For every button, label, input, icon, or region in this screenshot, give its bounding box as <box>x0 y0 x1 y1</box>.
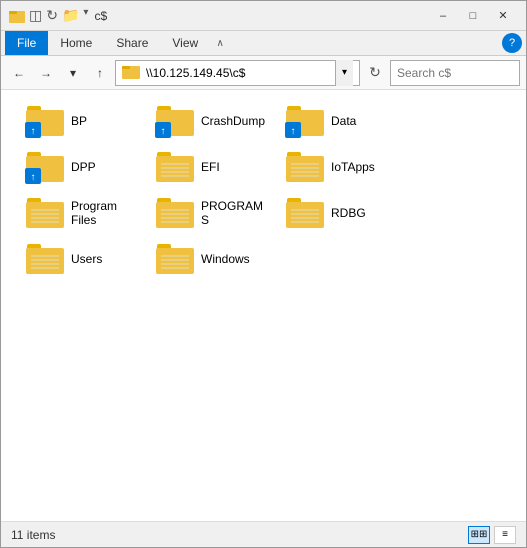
folder-icon-small <box>9 7 25 23</box>
address-bar[interactable]: ▾ <box>115 60 360 86</box>
folder-item[interactable]: ↑ CrashDump <box>147 98 277 144</box>
qat-icon-3[interactable]: 📁 <box>62 7 79 24</box>
folder-item[interactable]: Users <box>17 236 147 282</box>
svg-text:↑: ↑ <box>31 126 36 137</box>
folder-name: Windows <box>201 252 250 266</box>
folder-icon: ↑ <box>25 150 65 184</box>
forward-button[interactable]: → <box>34 61 58 85</box>
list-view-button[interactable]: ≡ <box>494 526 516 544</box>
folder-icon: ↑ <box>25 104 65 138</box>
item-count: 11 items <box>11 528 55 542</box>
svg-text:↑: ↑ <box>291 126 296 137</box>
address-folder-icon <box>122 63 142 83</box>
folder-icon <box>285 150 325 184</box>
up-button[interactable]: ↑ <box>88 61 112 85</box>
folder-icon <box>25 242 65 276</box>
search-bar[interactable]: 🔍 <box>390 60 520 86</box>
ribbon-tabs: File Home Share View ∧ ? <box>1 31 526 56</box>
folder-item[interactable]: ↑ BP <box>17 98 147 144</box>
help-button[interactable]: ? <box>502 33 522 53</box>
folder-item[interactable]: Windows <box>147 236 277 282</box>
grid-view-button[interactable]: ⊞⊞ <box>468 526 490 544</box>
tab-view[interactable]: View <box>160 31 210 55</box>
recent-locations-button[interactable]: ▾ <box>61 61 85 85</box>
address-input[interactable] <box>146 66 335 80</box>
close-button[interactable]: ✕ <box>488 6 518 26</box>
folder-icon <box>155 242 195 276</box>
tab-file[interactable]: File <box>5 31 48 55</box>
svg-text:↑: ↑ <box>31 172 36 183</box>
refresh-button[interactable]: ↻ <box>363 60 387 86</box>
folder-icon <box>155 150 195 184</box>
folder-icon <box>25 196 65 230</box>
folder-name: EFI <box>201 160 220 174</box>
qat-icon-1[interactable]: ◫ <box>29 7 42 24</box>
folder-item[interactable]: IoTApps <box>277 144 407 190</box>
folder-item[interactable]: PROGRAMS <box>147 190 277 236</box>
maximize-button[interactable]: □ <box>458 6 488 26</box>
ribbon-collapse-button[interactable]: ∧ <box>210 33 230 53</box>
folder-item[interactable]: RDBG <box>277 190 407 236</box>
folder-name: RDBG <box>331 206 366 220</box>
folder-name: CrashDump <box>201 114 265 128</box>
file-area: ↑ BP ↑ CrashDump ↑ Data ↑ DPP EFI IoTApps Program … <box>1 90 526 521</box>
tab-share[interactable]: Share <box>104 31 160 55</box>
svg-text:↑: ↑ <box>161 126 166 137</box>
folder-icon: ↑ <box>155 104 195 138</box>
folder-icon: ↑ <box>285 104 325 138</box>
qat-icon-2[interactable]: ↻ <box>46 7 58 24</box>
folder-name: Data <box>331 114 356 128</box>
folder-item[interactable]: ↑ DPP <box>17 144 147 190</box>
window-title: c$ <box>94 9 422 23</box>
qat-dropdown[interactable]: ▾ <box>83 7 88 24</box>
nav-bar: ← → ▾ ↑ ▾ ↻ 🔍 <box>1 56 526 90</box>
folder-item[interactable]: ↑ Data <box>277 98 407 144</box>
title-bar: ◫ ↻ 📁 ▾ c$ – □ ✕ <box>1 1 526 31</box>
folder-name: PROGRAMS <box>201 199 269 227</box>
folder-name: BP <box>71 114 87 128</box>
view-icons: ⊞⊞ ≡ <box>468 526 516 544</box>
back-button[interactable]: ← <box>7 61 31 85</box>
status-bar: 11 items ⊞⊞ ≡ <box>1 521 526 547</box>
folder-name: Program Files <box>71 199 139 227</box>
folder-name: Users <box>71 252 102 266</box>
folder-item[interactable]: Program Files <box>17 190 147 236</box>
folder-name: DPP <box>71 160 96 174</box>
address-dropdown-button[interactable]: ▾ <box>335 60 353 86</box>
folder-name: IoTApps <box>331 160 375 174</box>
folder-icon <box>155 196 195 230</box>
folder-icon <box>285 196 325 230</box>
minimize-button[interactable]: – <box>428 6 458 26</box>
search-input[interactable] <box>397 66 527 80</box>
folder-item[interactable]: EFI <box>147 144 277 190</box>
window-controls: – □ ✕ <box>428 6 518 26</box>
tab-home[interactable]: Home <box>48 31 104 55</box>
title-bar-icons: ◫ ↻ 📁 ▾ <box>9 7 88 24</box>
